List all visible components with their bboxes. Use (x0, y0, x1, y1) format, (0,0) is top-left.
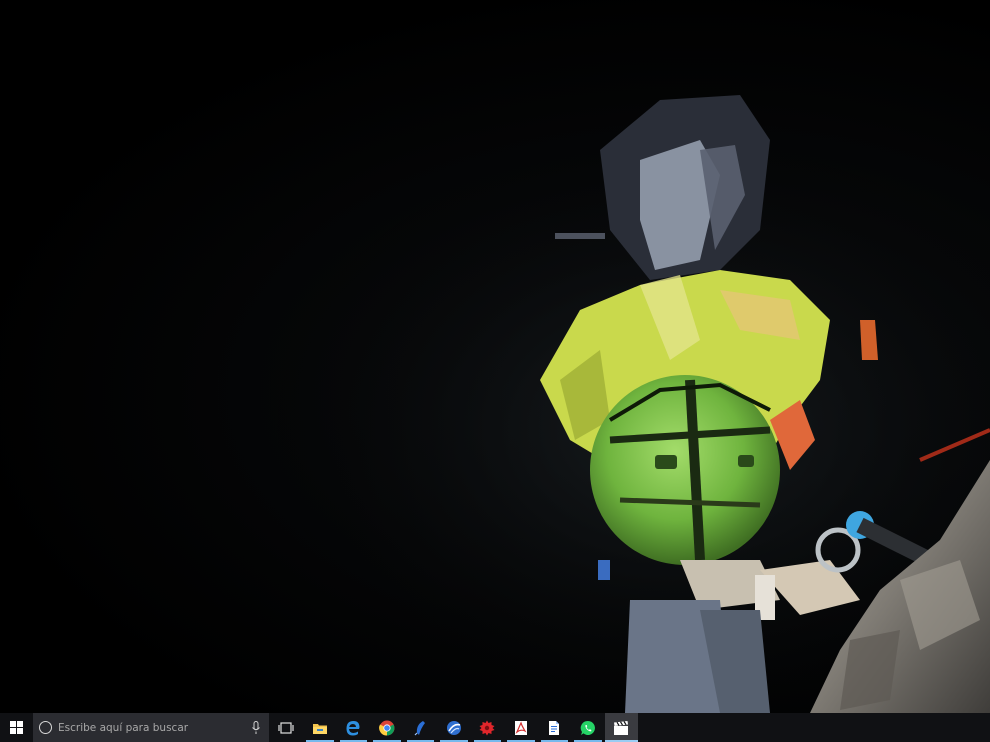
taskbar-app-document[interactable] (538, 713, 572, 742)
clapperboard-icon (614, 720, 629, 735)
ambient-glow (0, 0, 990, 713)
start-button[interactable] (0, 713, 33, 742)
chrome-icon (378, 720, 395, 736)
cortana-circle-icon (39, 721, 52, 734)
taskbar-app-edge[interactable] (337, 713, 371, 742)
task-view-icon (278, 721, 294, 734)
whatsapp-icon (580, 720, 595, 735)
feather-icon (414, 720, 426, 735)
climbing-helmet (590, 375, 780, 565)
red-gear-icon (479, 720, 495, 735)
task-view-button[interactable] (269, 713, 303, 742)
globe-icon (446, 720, 461, 735)
taskbar-app-feather[interactable] (404, 713, 438, 742)
taskbar: Escribe aquí para buscar (0, 713, 990, 742)
taskbar-app-pdf[interactable] (504, 713, 538, 742)
search-input[interactable]: Escribe aquí para buscar (58, 722, 251, 734)
taskbar-app-whatsapp[interactable] (571, 713, 605, 742)
taskbar-app-red-gear[interactable] (471, 713, 505, 742)
edge-icon (346, 720, 360, 735)
video-frame (0, 0, 990, 713)
climbing-scene (0, 0, 990, 713)
search-box[interactable]: Escribe aquí para buscar (33, 713, 269, 742)
taskbar-app-video-player[interactable] (604, 713, 638, 742)
pdf-icon (514, 720, 527, 735)
microphone-icon[interactable] (251, 720, 261, 735)
taskbar-app-globe[interactable] (437, 713, 471, 742)
document-icon (549, 720, 560, 735)
taskbar-app-file-explorer[interactable] (303, 713, 337, 742)
folder-icon (312, 723, 327, 734)
windows-logo-icon (10, 721, 23, 734)
taskbar-app-chrome[interactable] (370, 713, 404, 742)
